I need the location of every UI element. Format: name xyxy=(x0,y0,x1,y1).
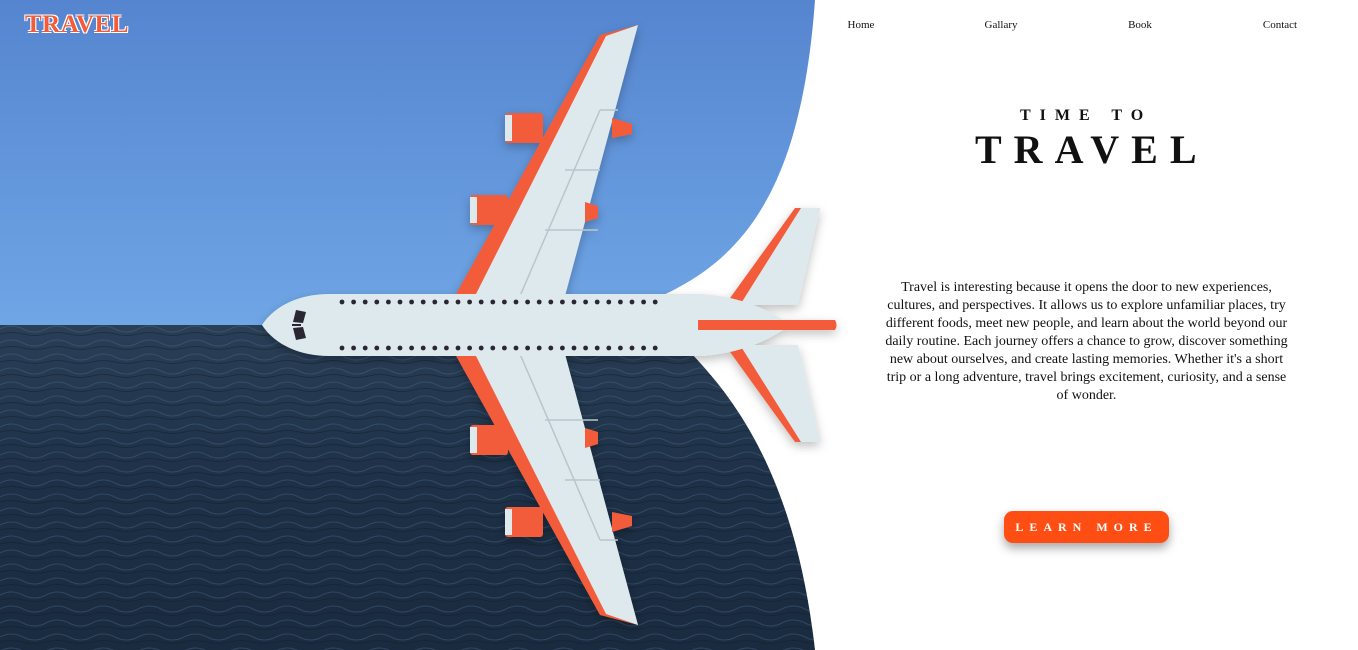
airplane-window xyxy=(594,299,600,305)
airplane-window xyxy=(397,299,403,305)
airplane-window xyxy=(432,345,438,351)
airplane-window xyxy=(351,345,356,351)
nav-link-home[interactable]: Home xyxy=(848,19,875,31)
nav-link-gallary[interactable]: Gallary xyxy=(985,19,1018,31)
nav-link-contact[interactable]: Contact xyxy=(1263,19,1297,31)
airplane-window xyxy=(594,345,600,351)
airplane-window xyxy=(420,299,426,305)
airplane-window xyxy=(502,299,507,305)
airplane-window xyxy=(618,299,623,305)
airplane-window xyxy=(397,345,403,351)
airplane-window xyxy=(351,299,356,305)
airplane-window xyxy=(618,345,623,351)
airplane-window xyxy=(409,345,414,351)
airplane-window xyxy=(629,299,635,305)
airplane-window xyxy=(339,345,345,351)
airplane-window xyxy=(374,299,380,305)
airplane-window xyxy=(339,299,345,305)
airplane-window xyxy=(467,299,472,305)
airplane-window xyxy=(478,345,484,351)
airplane-window xyxy=(583,345,588,351)
airplane-window xyxy=(455,299,461,305)
airplane-window xyxy=(652,345,658,351)
airplane-window xyxy=(513,299,519,305)
airplane-window xyxy=(525,299,530,305)
airplane-window xyxy=(560,345,565,351)
airplane-window xyxy=(548,345,554,351)
airplane-window xyxy=(490,345,496,351)
airplane-window xyxy=(386,299,391,305)
airplane-window xyxy=(386,345,391,351)
airplane-window xyxy=(444,299,449,305)
airplane-window xyxy=(641,299,646,305)
hero-title: TRAVEL xyxy=(975,127,1209,172)
airplane-window xyxy=(548,299,554,305)
airplane-window xyxy=(467,345,472,351)
sky xyxy=(0,0,815,326)
nav-link-book[interactable]: Book xyxy=(1128,19,1152,31)
airplane-window xyxy=(536,345,542,351)
airplane-window xyxy=(362,299,368,305)
airplane-window xyxy=(583,299,588,305)
airplane-window xyxy=(420,345,426,351)
airplane-window xyxy=(560,299,565,305)
airplane-window xyxy=(606,345,612,351)
airplane-window xyxy=(444,345,449,351)
sea-waves xyxy=(0,325,815,650)
main-nav: Home Gallary Book Contact xyxy=(0,19,1358,35)
airplane-window xyxy=(362,345,368,351)
airplane-window xyxy=(432,299,438,305)
airplane-window xyxy=(409,299,414,305)
airplane-window xyxy=(629,345,635,351)
airplane-window xyxy=(374,345,380,351)
learn-more-button[interactable]: LEARN MORE xyxy=(1004,511,1169,543)
airplane-window xyxy=(525,345,530,351)
airplane-window xyxy=(571,345,577,351)
airplane-window xyxy=(606,299,612,305)
airplane-window xyxy=(652,299,658,305)
airplane-window xyxy=(641,345,646,351)
hero-subtitle: TIME TO xyxy=(1020,107,1153,124)
airplane-window xyxy=(536,299,542,305)
airplane-window xyxy=(490,299,496,305)
airplane-window xyxy=(502,345,507,351)
airplane-window xyxy=(513,345,519,351)
airplane-window xyxy=(455,345,461,351)
airplane-window xyxy=(571,299,577,305)
airplane-window xyxy=(478,299,484,305)
hero-description: Travel is interesting because it opens t… xyxy=(885,280,1288,403)
